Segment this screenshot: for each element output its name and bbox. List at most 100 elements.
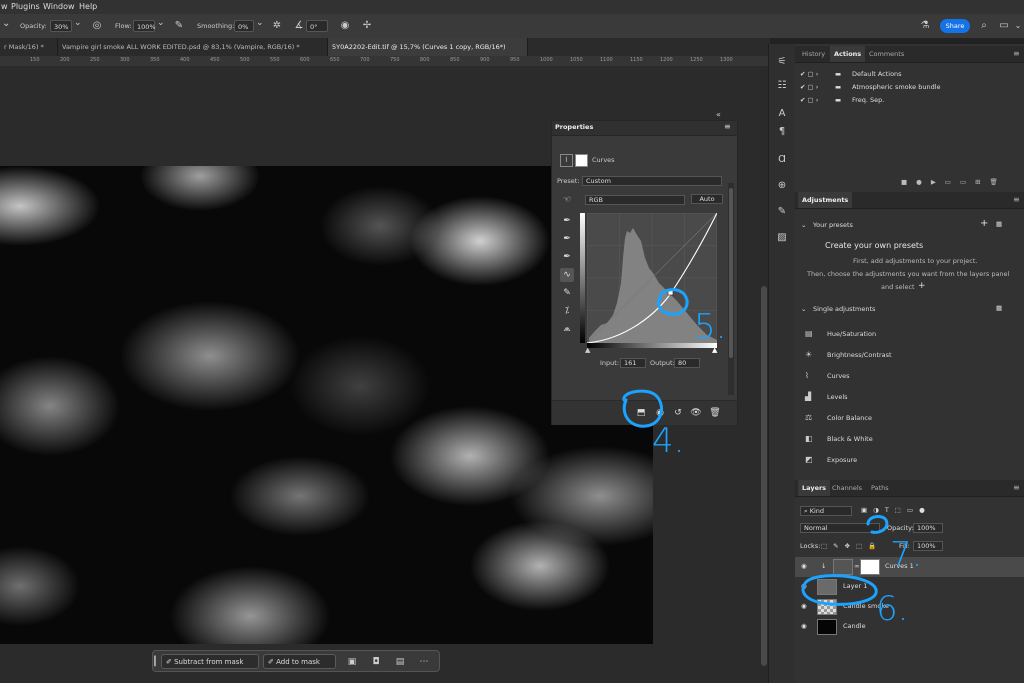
adj-levels[interactable]: Levels xyxy=(827,393,848,401)
layer-row-candle[interactable]: ◉ Candle xyxy=(795,617,1024,637)
eye-icon[interactable]: ◉ xyxy=(801,582,807,590)
action-set-freq[interactable]: Freq. Sep. xyxy=(852,96,884,104)
drag-handle-icon[interactable]: ┃ xyxy=(152,655,158,669)
glyphs-icon[interactable]: Ɑ xyxy=(774,152,790,168)
gear-icon[interactable]: ✲ xyxy=(270,19,284,33)
pressure-icon[interactable]: ◎ xyxy=(90,19,104,33)
chevron-down-icon[interactable]: ⌄ xyxy=(801,305,806,313)
share-button[interactable]: Share xyxy=(940,19,970,33)
eye-icon[interactable]: ◉ xyxy=(801,602,807,610)
more-options-icon[interactable]: ⋯ xyxy=(417,655,431,669)
menu-icon[interactable]: ≡ xyxy=(1009,480,1024,496)
chevron-down-icon[interactable]: ⌄ xyxy=(74,18,82,28)
action-set-smoke[interactable]: Atmospheric smoke bundle xyxy=(852,83,941,91)
search-icon[interactable]: ⌕ xyxy=(977,19,991,33)
white-point-slider[interactable]: ▲ xyxy=(712,346,717,354)
brush-icon[interactable]: ✎ xyxy=(774,204,790,220)
check-icon[interactable]: ✔ ▢ › xyxy=(800,70,818,78)
layer-row-candle-smoke[interactable]: ◉ Candle smoke xyxy=(795,597,1024,617)
tab-paths[interactable]: Paths xyxy=(867,480,893,496)
angle-field[interactable]: 0° xyxy=(306,20,328,32)
auto-button[interactable]: Auto xyxy=(691,194,723,204)
eyedropper-gray-icon[interactable]: ✒ xyxy=(560,232,574,246)
channel-dropdown[interactable]: RGB xyxy=(585,195,685,205)
adj-curves[interactable]: Curves xyxy=(827,372,850,380)
check-icon[interactable]: ✔ ▢ › xyxy=(800,96,818,104)
eye-icon[interactable]: ◉ xyxy=(801,622,807,630)
view-previous-icon[interactable]: ◉ xyxy=(653,406,667,420)
menu-item-view[interactable]: w xyxy=(1,2,8,11)
eyedropper-icon[interactable]: ✒ xyxy=(560,214,574,228)
tab-actions[interactable]: Actions xyxy=(830,46,866,62)
people-icon[interactable]: ☷ xyxy=(774,78,790,94)
curve-point[interactable] xyxy=(667,289,674,296)
eye-icon[interactable]: 👁 xyxy=(689,406,703,420)
eye-icon[interactable]: ◉ xyxy=(801,562,807,570)
opacity-field[interactable]: 30% xyxy=(50,20,72,32)
flask-icon[interactable]: ⚗ xyxy=(918,19,932,33)
airbrush-icon[interactable]: ✎ xyxy=(172,19,186,33)
check-icon[interactable]: ✔ ▢ › xyxy=(800,83,818,91)
input-field[interactable]: 161 xyxy=(620,358,646,368)
chevron-down-icon[interactable]: ⌄ xyxy=(157,18,165,28)
layer-filter-dropdown[interactable]: ⌕ Kind xyxy=(800,506,852,516)
layer-filter-icons[interactable]: ▣◑T⬚▭● xyxy=(861,506,931,514)
vertical-scrollbar[interactable] xyxy=(760,66,768,683)
add-to-mask-button[interactable]: ✐ Add to mask xyxy=(263,654,336,669)
mask-icon[interactable]: ▣ xyxy=(345,655,359,669)
menu-item-window[interactable]: Window xyxy=(43,2,75,11)
adj-black-white[interactable]: Black & White xyxy=(827,435,873,443)
layer-opacity-field[interactable]: 100% xyxy=(913,523,943,533)
clipping-warning-icon[interactable]: ⩕ xyxy=(560,322,574,336)
tab-mask-document[interactable]: r Mask/16) * xyxy=(0,38,58,56)
adj-color-balance[interactable]: Color Balance xyxy=(827,414,872,422)
black-point-slider[interactable]: ▲ xyxy=(585,346,590,354)
settings-icon[interactable]: ⚟ xyxy=(774,54,790,70)
layer-row-layer1[interactable]: ◉ Layer 1 xyxy=(795,577,1024,597)
target-adjust-icon[interactable]: ☜ xyxy=(560,193,574,207)
chevron-down-icon[interactable]: ⌄ xyxy=(256,18,264,28)
output-field[interactable]: 80 xyxy=(674,358,700,368)
tab-comments[interactable]: Comments xyxy=(865,46,908,62)
subtract-from-mask-button[interactable]: ✐ Subtract from mask xyxy=(161,654,259,669)
scrollbar-thumb[interactable] xyxy=(729,188,733,358)
properties-tab[interactable]: Properties xyxy=(555,123,593,131)
tab-adjustments[interactable]: Adjustments xyxy=(798,192,853,208)
blend-mode-dropdown[interactable]: Normal xyxy=(800,523,880,533)
pressure-icon[interactable]: ◉ xyxy=(338,19,352,33)
trash-icon[interactable]: 🗑 xyxy=(708,406,722,420)
mask-thumbnail[interactable] xyxy=(860,559,880,575)
smoothing-field[interactable]: 0% xyxy=(234,20,254,32)
grid-view-icon[interactable]: ▦ xyxy=(996,220,1002,228)
adj-brightness-contrast[interactable]: Brightness/Contrast xyxy=(827,351,892,359)
menu-item-plugins[interactable]: Plugins xyxy=(11,2,40,11)
properties-scrollbar[interactable] xyxy=(728,183,734,395)
adj-exposure[interactable]: Exposure xyxy=(827,456,857,464)
menu-icon[interactable]: ≡ xyxy=(1009,46,1024,62)
paragraph-icon[interactable]: ¶ xyxy=(774,124,790,140)
chevron-down-icon[interactable]: ⌄ xyxy=(801,221,806,229)
menu-icon[interactable]: ≡ xyxy=(1009,192,1024,208)
flow-field[interactable]: 100% xyxy=(133,20,156,32)
preset-dropdown[interactable]: Custom xyxy=(582,176,722,186)
invert-mask-icon[interactable]: ◘ xyxy=(369,655,383,669)
lock-icons[interactable]: ⬚✎✥⬚🔒 xyxy=(821,542,882,550)
character-icon[interactable]: A xyxy=(774,106,790,122)
pencil-icon[interactable]: ✎ xyxy=(560,286,574,300)
eyedropper-white-icon[interactable]: ✒ xyxy=(560,250,574,264)
curve-points-icon[interactable]: ∿ xyxy=(560,268,574,282)
tab-edit-document[interactable]: 5Y0A2202-Edit.tif @ 15,7% (Curves 1 copy… xyxy=(328,38,528,56)
mask-icon[interactable] xyxy=(575,154,588,167)
reset-icon[interactable]: ↺ xyxy=(671,406,685,420)
image-icon[interactable]: ▨ xyxy=(774,230,790,246)
link-icon[interactable]: ∞ xyxy=(854,562,859,570)
grid-view-icon[interactable]: ▦ xyxy=(996,304,1002,312)
actions-controls[interactable]: ■●▶▭▭⊞🗑 xyxy=(901,178,1007,186)
add-preset-icon[interactable]: + xyxy=(980,218,988,229)
tab-history[interactable]: History xyxy=(798,46,829,62)
menu-icon[interactable]: ≡ xyxy=(724,122,731,131)
mask-options-icon[interactable]: ▤ xyxy=(393,655,407,669)
collapse-icon[interactable]: « xyxy=(716,110,721,119)
symmetry-icon[interactable]: ✢ xyxy=(360,19,374,33)
smooth-icon[interactable]: ⁒ xyxy=(560,304,574,318)
